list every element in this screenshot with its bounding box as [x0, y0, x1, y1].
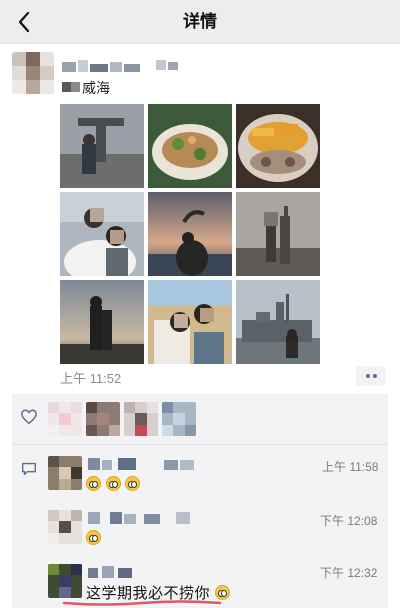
more-actions-button[interactable] — [356, 366, 386, 386]
comment-time: 下午 12:08 — [320, 514, 378, 528]
liker-avatar[interactable] — [162, 402, 196, 436]
post-time: 上午 11:52 — [60, 371, 122, 386]
emoji-icon — [125, 476, 141, 491]
photo-grid — [60, 104, 320, 364]
photo-2[interactable] — [148, 104, 232, 188]
commenter-avatar[interactable] — [48, 564, 82, 598]
photo-3[interactable] — [236, 104, 320, 188]
page-title: 详情 — [183, 12, 217, 31]
commenter-avatar[interactable] — [48, 456, 82, 490]
liker-avatar[interactable] — [48, 402, 82, 436]
author-avatar[interactable] — [12, 52, 54, 94]
comment-text — [86, 530, 101, 547]
interaction-panel: 上午 11:58 下午 12:08 这学期我必不捞你 下午 12:32 — [12, 394, 388, 608]
emoji-icon — [86, 530, 101, 545]
navigation-bar: 详情 — [0, 0, 400, 44]
photo-1[interactable] — [60, 104, 144, 188]
emoji-icon — [214, 585, 230, 600]
liker-avatar[interactable] — [86, 402, 120, 436]
photo-5[interactable] — [148, 192, 232, 276]
photo-9[interactable] — [236, 280, 320, 364]
commenter-name-blurred[interactable] — [88, 512, 208, 524]
liker-avatar[interactable] — [124, 402, 158, 436]
emoji-icon — [86, 476, 101, 491]
dot-icon — [365, 374, 370, 378]
commenter-avatar[interactable] — [48, 510, 82, 544]
photo-7[interactable] — [60, 280, 144, 364]
post-location[interactable]: 威海 — [82, 78, 110, 98]
underline-annotation — [62, 600, 222, 606]
commenter-name-blurred[interactable] — [88, 566, 148, 578]
dot-icon — [372, 374, 377, 378]
emoji-icon — [105, 476, 121, 491]
comment-text — [86, 476, 141, 493]
author-name-blurred[interactable] — [62, 58, 182, 74]
comment-time: 上午 11:58 — [322, 460, 379, 474]
commenter-name-blurred[interactable] — [88, 458, 208, 470]
location-prefix-blurred — [62, 82, 80, 92]
comment-icon — [22, 462, 36, 476]
comment-time: 下午 12:32 — [320, 566, 378, 580]
photo-6[interactable] — [236, 192, 320, 276]
divider — [12, 444, 388, 445]
heart-icon — [21, 409, 37, 425]
photo-8[interactable] — [148, 280, 232, 364]
photo-4[interactable] — [60, 192, 144, 276]
